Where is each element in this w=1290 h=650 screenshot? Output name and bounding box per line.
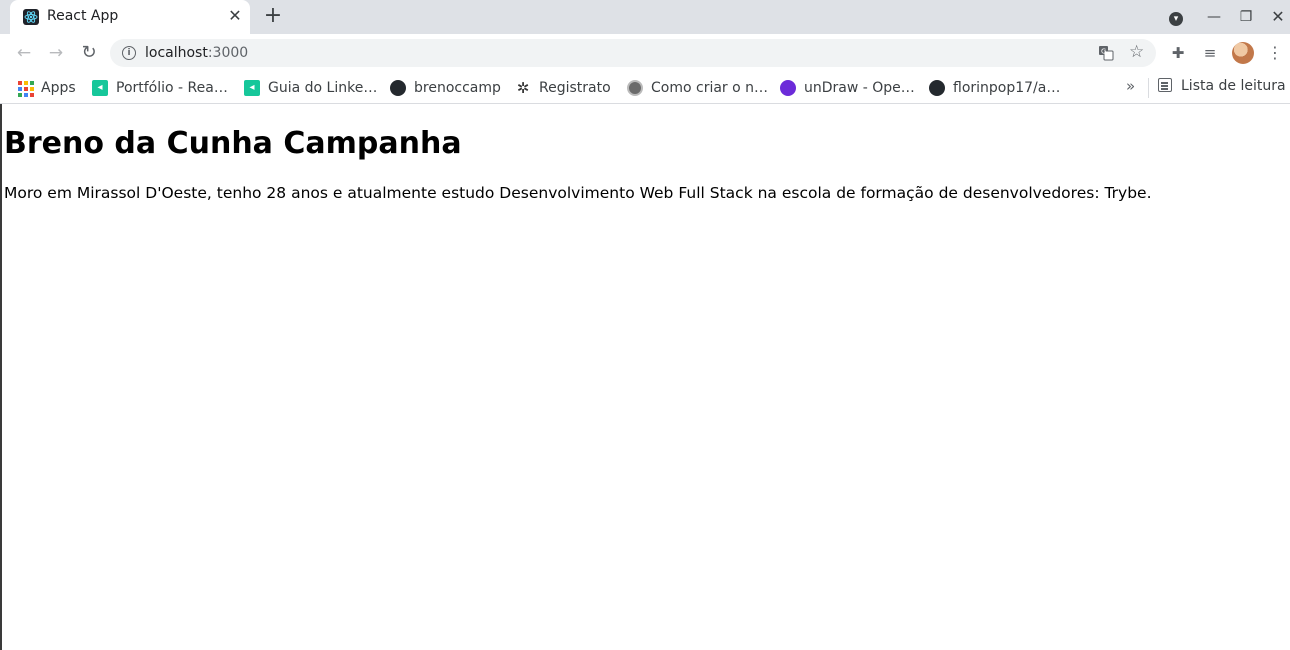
green-square-icon: ◂	[92, 80, 108, 96]
translate-icon[interactable]: G	[1098, 45, 1114, 61]
info-icon[interactable]: i	[122, 46, 136, 60]
reading-list-button[interactable]: Lista de leitura	[1158, 78, 1286, 94]
tab-title: React App	[47, 8, 119, 24]
address-bar[interactable]: i localhost:3000 G ☆	[110, 39, 1156, 67]
menu-icon[interactable]: ⋮	[1264, 42, 1286, 64]
bookmarks-bar: Apps ◂ Portfólio - Rea… ◂ Guia do Linke……	[0, 72, 1290, 104]
bookmark-label: Guia do Linke…	[268, 80, 378, 96]
media-control-icon[interactable]: ≡	[1199, 42, 1221, 64]
browser-toolbar: ← → ↻ i localhost:3000 G ☆ ✚ ≡ ⋮	[0, 34, 1290, 72]
bookmarks-divider	[1148, 78, 1149, 98]
tab-search-icon[interactable]: ▾	[1166, 7, 1186, 27]
reading-list-label: Lista de leitura	[1181, 78, 1286, 94]
apps-grid-icon	[17, 80, 34, 97]
back-arrow-icon[interactable]: ←	[12, 41, 36, 65]
close-window-icon[interactable]: ✕	[1268, 7, 1288, 27]
bookmark-label: brenoccamp	[414, 80, 501, 96]
round-logo-icon	[627, 80, 643, 96]
bookmark-label: Portfólio - Rea…	[116, 80, 228, 96]
bookmark-label: Apps	[41, 80, 76, 96]
bookmark-label: Registrato	[539, 80, 611, 96]
tab-strip: React App ✕ + ▾ — ❐ ✕	[0, 0, 1290, 34]
url-port: :3000	[207, 45, 249, 61]
page-title: Breno da Cunha Campanha	[4, 126, 462, 161]
url-host: localhost	[145, 45, 208, 61]
bookmarks-overflow-icon[interactable]: »	[1126, 77, 1135, 95]
url-text: localhost:3000	[145, 45, 248, 61]
bio-paragraph: Moro em Mirassol D'Oeste, tenho 28 anos …	[4, 184, 1152, 202]
minimize-icon[interactable]: —	[1204, 7, 1224, 27]
window-edge	[0, 104, 2, 650]
reload-icon[interactable]: ↻	[77, 41, 101, 65]
extensions-icon[interactable]: ✚	[1167, 42, 1189, 64]
restore-icon[interactable]: ❐	[1236, 7, 1256, 27]
undraw-icon	[780, 80, 796, 96]
svg-text:G: G	[1101, 48, 1106, 56]
bookmark-label: florinpop17/a…	[953, 80, 1061, 96]
gear-icon: ✲	[516, 79, 530, 97]
forward-arrow-icon[interactable]: →	[44, 41, 68, 65]
bookmark-label: unDraw - Ope…	[804, 80, 915, 96]
github-icon	[390, 80, 406, 96]
bookmark-star-icon[interactable]: ☆	[1129, 42, 1144, 62]
avatar[interactable]	[1232, 42, 1254, 64]
green-square-icon: ◂	[244, 80, 260, 96]
new-tab-button[interactable]: +	[262, 5, 284, 28]
bookmark-label: Como criar o n…	[651, 80, 769, 96]
reading-list-icon	[1158, 78, 1172, 92]
tab-react-app[interactable]: React App ✕	[10, 0, 250, 34]
react-icon	[23, 9, 39, 25]
github-icon	[929, 80, 945, 96]
close-tab-icon[interactable]: ✕	[226, 7, 244, 25]
